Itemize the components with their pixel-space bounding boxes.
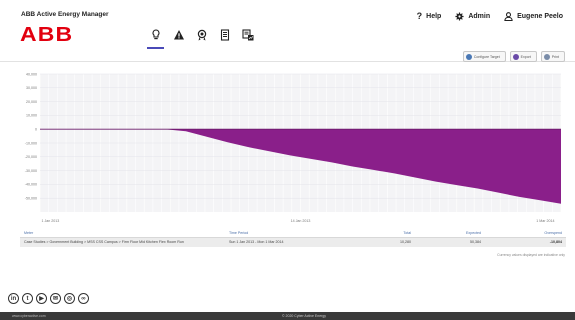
configure-label: Configure Target: [473, 54, 500, 59]
target-icon: [465, 53, 472, 60]
summary-table: Meter Time Period Total Expected Overspe…: [20, 229, 566, 247]
currency-note: Currency values displayed are indicative…: [497, 253, 565, 257]
warning-triangle-icon: [173, 30, 184, 40]
export-label: Export: [520, 54, 531, 59]
document-icon: [220, 29, 229, 41]
col-overspend[interactable]: Overspend: [485, 229, 566, 238]
globe-icon[interactable]: ◎: [64, 293, 75, 304]
user-menu[interactable]: Eugene Peelo: [504, 11, 563, 21]
y-tick-label: -50,000: [25, 197, 37, 201]
cell-meter: Case Studies > Government Building > MSS…: [20, 237, 225, 247]
main-nav: [144, 24, 259, 49]
cell-total: 10,280: [365, 237, 415, 247]
y-tick-label: -40,000: [25, 183, 37, 187]
admin-link[interactable]: Admin: [455, 11, 491, 21]
social-links: in t ▶ ✉ ◎ ∞: [8, 293, 89, 304]
export-icon: [512, 53, 519, 60]
y-tick-label: 30,000: [26, 86, 37, 90]
export-button[interactable]: Export: [509, 51, 537, 62]
y-tick-label: 0: [35, 128, 37, 132]
y-tick-label: -10,000: [25, 141, 37, 145]
help-icon: ?: [416, 11, 423, 21]
user-icon: [504, 11, 513, 21]
help-label: Help: [426, 12, 442, 20]
link-icon[interactable]: ∞: [78, 293, 89, 304]
x-tick-label: 1 Mar 2014: [536, 219, 554, 223]
x-tick-label: 14 Jan 2013: [291, 219, 311, 223]
y-tick-label: 10,000: [26, 114, 37, 118]
linkedin-icon[interactable]: in: [8, 293, 19, 304]
col-total[interactable]: Total: [365, 229, 415, 238]
y-tick-label: -30,000: [25, 169, 37, 173]
report-icon: [241, 29, 253, 41]
col-meter[interactable]: Meter: [20, 229, 225, 238]
twitter-icon[interactable]: t: [22, 293, 33, 304]
admin-label: Admin: [468, 12, 491, 20]
email-icon[interactable]: ✉: [50, 293, 61, 304]
print-button[interactable]: Print: [540, 51, 565, 62]
nav-warning[interactable]: [167, 24, 190, 46]
app-title: ABB Active Energy Manager: [21, 11, 109, 18]
print-label: Print: [551, 54, 559, 59]
chart-svg: 40,000 30,000 20,000 10,000 0 -10,000 -20,000 -…: [25, 72, 562, 223]
y-tick-label: 40,000: [26, 72, 37, 76]
chart-toolbar: Configure Target Export Print: [462, 51, 565, 62]
nav-award[interactable]: [190, 24, 213, 46]
footer: www.cyberactive.com © 2020 Cyber Active …: [0, 312, 575, 320]
col-expected[interactable]: Expected: [415, 229, 485, 238]
x-tick-label: 1 Jan 2013: [42, 219, 60, 223]
footer-copyright: © 2020 Cyber Active Energy: [282, 314, 327, 318]
nav-report[interactable]: [236, 24, 259, 46]
y-tick-label: 20,000: [26, 100, 37, 104]
table-header-row: Meter Time Period Total Expected Overspe…: [20, 229, 566, 238]
user-area: ? Help Admin Eugene Peelo: [417, 11, 563, 21]
nav-lightbulb[interactable]: [144, 24, 167, 49]
gear-icon: [455, 11, 464, 21]
award-icon: [197, 29, 206, 41]
help-link[interactable]: ? Help: [417, 11, 442, 21]
cumulative-chart: 40,000 30,000 20,000 10,000 0 -10,000 -20,000 -…: [14, 66, 567, 226]
nav-document[interactable]: [213, 24, 236, 46]
cell-time-period: Sun 1 Jan 2013 - Mon 1 Mar 2014: [225, 237, 365, 247]
y-tick-label: -20,000: [25, 155, 37, 159]
print-icon: [543, 53, 550, 60]
lightbulb-icon: [152, 29, 159, 40]
footer-website-link[interactable]: www.cyberactive.com: [12, 314, 46, 318]
youtube-icon[interactable]: ▶: [36, 293, 47, 304]
user-name: Eugene Peelo: [517, 12, 563, 20]
cell-overspend: -10,804: [485, 237, 566, 247]
cell-expected: 50,384: [415, 237, 485, 247]
col-time-period[interactable]: Time Period: [225, 229, 365, 238]
abb-logo[interactable]: ABB: [20, 25, 72, 45]
configure-target-button[interactable]: Configure Target: [462, 51, 506, 62]
table-row[interactable]: Case Studies > Government Building > MSS…: [20, 237, 566, 247]
